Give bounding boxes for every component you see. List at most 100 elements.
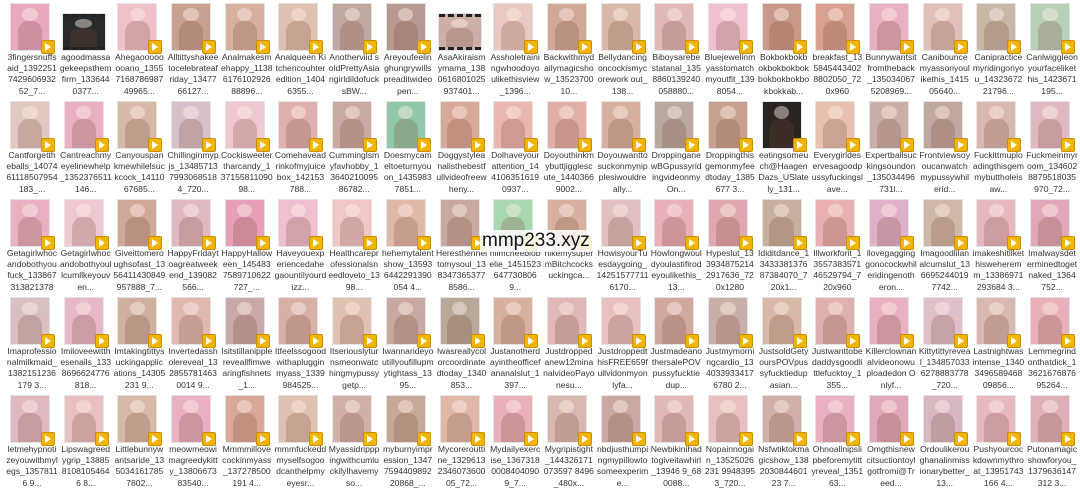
file-name[interactable]: JustsoldGetyoursPOVpussyfucktiedupasian.… xyxy=(758,346,810,392)
file-name[interactable]: Giveittomeroughsofast_135641143084995788… xyxy=(113,248,165,294)
file-name[interactable]: HowisyourTuesdaygoing_142515777116170... xyxy=(597,248,649,294)
file-name[interactable]: Justanotherdayintheofficefananalslut_139… xyxy=(489,346,541,392)
file-name[interactable]: Canipracticemyridingonyou_1432367221796.… xyxy=(972,52,1024,98)
file-tile[interactable]: meowmeowimagreedykitty_1380667383540... xyxy=(166,394,220,492)
file-name[interactable]: Everygirldeservesagoodpussyfuckingslave.… xyxy=(811,150,863,196)
file-tile[interactable]: Pushyourcockdownmythroat_13951743166 4..… xyxy=(971,394,1025,492)
file-tile[interactable]: Alltittyshakeetocelebrateafriday_1347766… xyxy=(166,2,220,100)
file-name[interactable]: Justdroppedanew12minanalvideoPayonesu... xyxy=(543,346,595,392)
file-name[interactable]: Lastnightwasintense_1340349658946809856.… xyxy=(972,346,1025,392)
file-name[interactable]: HappyFridaytoagreatweekend_139082566... xyxy=(167,248,219,294)
file-name[interactable]: Ahegaoooooooano_1355716878698749965... xyxy=(113,52,165,98)
file-tile[interactable]: Assholetrainingwhoodoyoulikethisview_139… xyxy=(488,2,542,100)
file-tile[interactable]: Howlongwouldyoulastifirodeyoulikethis_13… xyxy=(649,198,703,296)
file-tile[interactable]: Doyouwanttosuckonmynipplesiwouldreally..… xyxy=(596,100,650,198)
file-tile[interactable]: Littlebunnywantsaride_1350341617857802..… xyxy=(112,394,166,492)
file-name[interactable]: letmehypnotizeyouwithmylegs_13578116 9..… xyxy=(6,444,58,490)
file-name[interactable]: Analqueen Kitchencouhteredition_14046355… xyxy=(274,52,326,98)
file-name[interactable]: Ohnoallnipslipbeforemytittyreveal_135163… xyxy=(811,444,864,490)
file-tile[interactable]: Everygirldeservesagoodpussyfuckingslave.… xyxy=(810,100,864,198)
file-tile[interactable]: Imiloveewitthesenails_1338696624776818..… xyxy=(59,296,113,394)
file-name[interactable]: Droppingthisgemonmyfeedtoday_1385677 3..… xyxy=(704,150,756,196)
file-name[interactable]: Mydailyexercise_13673180008404090 9_7... xyxy=(489,444,541,490)
file-tile[interactable]: Isitstillanipplereveallfimwearingfishnet… xyxy=(220,296,274,394)
file-tile[interactable]: Haveyouexperiencedahegaountilyourdizz... xyxy=(273,198,327,296)
file-name[interactable]: Cantforgettheballs_1407461118507954183_.… xyxy=(6,150,58,196)
file-tile[interactable]: Areyoufeelinghungrywillspreaditwideopen.… xyxy=(381,2,435,100)
file-tile[interactable]: breakfast_1358454434028802050_720x960 xyxy=(810,2,864,100)
file-name[interactable]: hehemytalentshow_135936442291390054 4... xyxy=(382,248,434,294)
file-tile[interactable]: Biboysarebestatanal_1358860139240058880.… xyxy=(649,2,703,100)
file-name[interactable]: Anotherviid soldPrettyAsiangirldildofuck… xyxy=(328,52,380,98)
file-name[interactable]: Heresthenneltomysoul_1383473653778586... xyxy=(436,248,488,294)
file-tile[interactable]: Hypeslut_1339348752142917636_720x1280 xyxy=(703,198,757,296)
file-name[interactable]: Cumminglsmyfavhobby_1364021009586782... xyxy=(328,150,380,196)
file-name[interactable]: hiimcheebiobelie_1451523647730806 9... xyxy=(489,248,541,294)
file-tile[interactable]: Analqueen Kitchencouhteredition_14046355… xyxy=(273,2,327,100)
file-name[interactable]: Canlwiggleonyourfacelikethis_1423671195.… xyxy=(1026,52,1078,98)
file-name[interactable]: Imtakingtittysuckingapplications_1430523… xyxy=(113,346,166,392)
file-tile[interactable]: Justdroppedanew12minanalvideoPayonesu... xyxy=(542,296,596,394)
file-name[interactable]: Analmakesmehappy_1138617610292688896... xyxy=(221,52,273,98)
file-name[interactable]: Getagirlwhocandobothyoullcumllkeyouven..… xyxy=(60,248,112,294)
file-tile[interactable]: Canyouspankmewhilelsuckcock_1411067685..… xyxy=(112,100,166,198)
file-tile[interactable]: Ohnoallnipslipbeforemytittyreveal_135163… xyxy=(810,394,864,492)
file-name[interactable]: Mycorerouttine_1329613234607360005_72... xyxy=(436,444,488,490)
file-tile[interactable]: Ahegaoooooooano_1355716878698749965... xyxy=(112,2,166,100)
file-tile[interactable]: Giveittomeroughsofast_135641143084995788… xyxy=(112,198,166,296)
file-tile[interactable]: Bokbokbokbokbokbokbokbokbokbokbokbokkab.… xyxy=(757,2,811,100)
file-tile[interactable]: Getagirlwhocandobothyoullcumllkeyouven..… xyxy=(59,198,113,296)
file-tile[interactable]: Kittytittyreveal_1348570336278883778_720… xyxy=(918,296,972,394)
file-name[interactable]: Healthcareprofessionalsneedloveto_1398..… xyxy=(328,248,380,294)
file-name[interactable]: Lipswagreedygrip_1388581081054646 8... xyxy=(60,444,112,490)
file-tile[interactable]: Droppingthisgemonmyfeedtoday_1385677 3..… xyxy=(703,100,757,198)
file-tile[interactable]: Frontviewsoyoucanwatchmypussywhilerid... xyxy=(918,100,972,198)
file-name[interactable]: Howlongwouldyoulastifirodeyoulikethis_13… xyxy=(650,248,702,294)
file-name[interactable]: Hypeslut_1339348752142917636_720x1280 xyxy=(704,248,756,294)
file-tile[interactable]: Healthcareprofessionalsneedloveto_1398..… xyxy=(327,198,381,296)
file-name[interactable]: Imagoodlilanalcumslut_1366952440197742..… xyxy=(919,248,971,294)
file-name[interactable]: AsaAkiraismymama_1380616801025937401... xyxy=(436,52,488,98)
file-tile[interactable]: Anotherviid soldPrettyAsiangirldildofuck… xyxy=(327,2,381,100)
file-thumbnail[interactable] xyxy=(62,14,105,50)
file-name[interactable]: Canyouspankmewhilelsuckcock_1411067685..… xyxy=(113,150,165,196)
file-tile[interactable]: Analmakesmehappy_1138617610292688896... xyxy=(220,2,274,100)
file-name[interactable]: Alltittyshakeetocelebrateafriday_1347766… xyxy=(167,52,219,98)
file-name[interactable]: Myassidripppingwithcumluckilylhavemyso..… xyxy=(328,444,380,490)
file-name[interactable]: Iwasreallycolorcoordinatedtoday_1340853.… xyxy=(436,346,488,392)
file-tile[interactable]: Omgthisnewcitsuctiontoylgotfromi@Treed..… xyxy=(864,394,918,492)
file-tile[interactable]: Invertedassholereveal_1328557814630014 9… xyxy=(166,296,220,394)
file-tile[interactable]: Bellydancingoncockismycorework out_138..… xyxy=(596,2,650,100)
file-name[interactable]: Doyouthinkmybuttjigglescute_14403669002.… xyxy=(543,150,595,196)
file-name[interactable]: breakfast_1358454434028802050_720x960 xyxy=(811,52,863,98)
file-tile[interactable]: Imtakingtittysuckingapplications_1430523… xyxy=(112,296,166,394)
file-tile[interactable]: Cumminglsmyfavhobby_1364021009586782... xyxy=(327,100,381,198)
file-tile[interactable]: JustsoldGetyoursPOVpussyfucktiedupasian.… xyxy=(757,296,811,394)
file-name[interactable]: JustmadeanothersalePOVpussyfucktiedup... xyxy=(650,346,702,392)
file-name[interactable]: Cockisweetertharcandy_13715581109098... xyxy=(221,150,273,196)
file-tile[interactable]: Lemmegrindonthatdick_1362167687695264... xyxy=(1025,296,1079,394)
file-name[interactable]: Putonamagicshowforyou_1379636147312 3... xyxy=(1026,444,1078,490)
file-name[interactable]: Assholetrainingwhoodoyoulikethisview_139… xyxy=(489,52,541,98)
file-name[interactable]: Doggystyleanalisthebestfullvideofreewhen… xyxy=(436,150,488,196)
file-name[interactable]: Killerclownanalvideonowuploadedon Onlyf.… xyxy=(865,346,917,392)
file-name[interactable]: Backwithmydailymagicshow_1352370010... xyxy=(543,52,595,98)
file-tile[interactable]: letmehypnotizeyouwithmylegs_13578116 9..… xyxy=(5,394,59,492)
file-name[interactable]: Imiloveewitthesenails_1338696624776818..… xyxy=(60,346,112,392)
file-tile[interactable]: Mmmmillovecockinmyass_137278500191 4... xyxy=(220,394,274,492)
file-tile[interactable]: Lastnightwasintense_1340349658946809856.… xyxy=(971,296,1025,394)
file-name[interactable]: Invertedassholereveal_1328557814630014 9… xyxy=(167,346,219,392)
file-tile[interactable]: Itfeelssogoodwithaplugginmyass_133998452… xyxy=(273,296,327,394)
file-tile[interactable]: eatingsomeuch@HaagenDazs_USlately_131... xyxy=(757,100,811,198)
file-name[interactable]: Ididitdance_1343338137687384070_720x1... xyxy=(758,248,810,294)
file-tile[interactable]: Lipswagreedygrip_1388581081054646 8... xyxy=(59,394,113,492)
file-name[interactable]: Pushyourcockdownmythroat_13951743166 4..… xyxy=(972,444,1024,490)
file-tile[interactable]: Backwithmydailymagicshow_1352370010... xyxy=(542,2,596,100)
file-name[interactable]: Canibouncemyassonyoulikethis_141505640..… xyxy=(919,52,971,98)
file-name[interactable]: Biboysarebestatanal_1358860139240058880.… xyxy=(650,52,702,98)
file-name[interactable]: Haveyouexperiencedahegaountilyourdizz... xyxy=(274,248,327,294)
file-tile[interactable]: HowisyourTuesdaygoing_142515777116170... xyxy=(596,198,650,296)
file-tile[interactable]: Ordoulikeroughanalinmissionarybetter_13.… xyxy=(918,394,972,492)
file-name[interactable]: agoodmassagekeepsthemfirm_1336440377... xyxy=(60,52,112,98)
file-tile[interactable]: HappyHalloween_1454837589710622727_... xyxy=(220,198,274,296)
